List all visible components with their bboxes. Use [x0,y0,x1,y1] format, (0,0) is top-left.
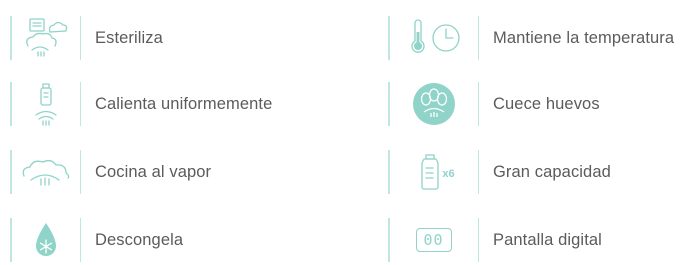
capacity-badge: x6 [442,168,455,180]
feature-heat-evenly: Calienta uniformemente [0,79,272,129]
divider [477,218,479,262]
feature-defrost: Descongela [0,215,183,265]
divider [79,150,81,194]
features-right-column: Mantiene la temperatura Cuece huevos x6 … [378,0,698,262]
features-grid: Esteriliza Calienta uniformemente Cocina… [0,0,698,262]
bottle-x6-icon: x6 [390,147,478,197]
divider [79,82,81,126]
divider [477,82,479,126]
feature-label: Gran capacidad [493,162,611,181]
feature-label: Mantiene la temperatura [493,28,675,47]
feature-label: Calienta uniformemente [95,94,273,113]
eggs-icon [390,79,478,129]
sterilize-icon [12,13,80,63]
divider [477,150,479,194]
divider [79,16,81,60]
feature-digital-display: 00 Pantalla digital [378,215,602,265]
feature-keep-temperature: Mantiene la temperatura [378,13,674,63]
feature-label: Cuece huevos [493,94,600,113]
display-digits: 00 [423,231,444,249]
feature-steam-cook: Cocina al vapor [0,147,211,197]
thermometer-clock-icon [390,13,478,63]
feature-label: Descongela [95,230,184,249]
steam-cloud-icon [12,147,80,197]
digital-display-icon: 00 [390,215,478,265]
snowflake-drop-icon [12,215,80,265]
features-left-column: Esteriliza Calienta uniformemente Cocina… [0,0,349,262]
bottle-warm-icon [12,79,80,129]
feature-boil-eggs: Cuece huevos [378,79,600,129]
feature-label: Pantalla digital [493,230,602,249]
divider [79,218,81,262]
divider [477,16,479,60]
feature-label: Cocina al vapor [95,162,212,181]
feature-sterilize: Esteriliza [0,13,163,63]
feature-large-capacity: x6 Gran capacidad [378,147,611,197]
feature-label: Esteriliza [95,28,163,47]
